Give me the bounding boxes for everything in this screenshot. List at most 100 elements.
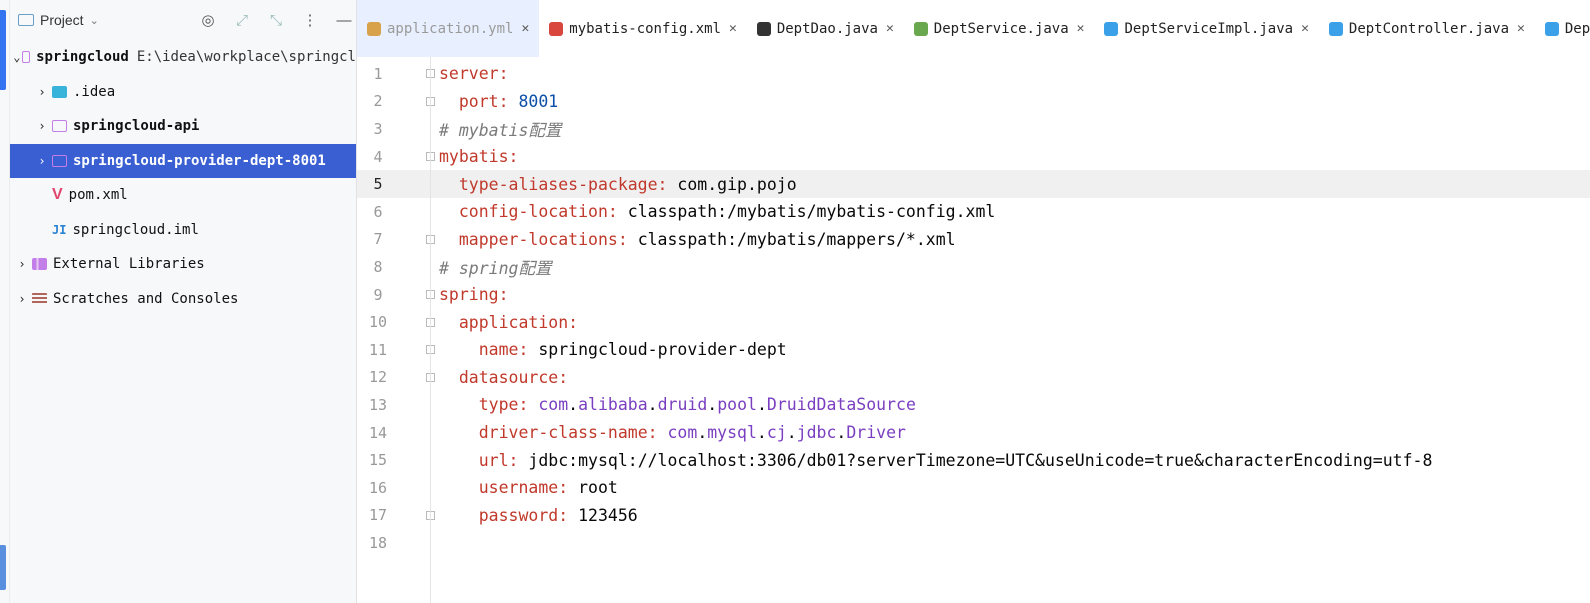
editor-tab[interactable]: DeptController.java ✕ xyxy=(1319,0,1535,57)
tree-item-label: springcloud xyxy=(36,49,129,66)
code-line[interactable]: 6 config-location: classpath:/mybatis/my… xyxy=(357,198,1590,226)
code-token: . xyxy=(707,395,718,415)
project-panel-header: Project ⌄ ◎ ⤢ ⤡ ⋮ — xyxy=(10,0,356,40)
chevron-right-icon[interactable]: › xyxy=(32,119,52,133)
locate-target-icon[interactable]: ◎ xyxy=(196,8,220,32)
code-line[interactable]: 11 name: springcloud-provider-dept xyxy=(357,336,1590,364)
tree-item[interactable]: › .idea xyxy=(10,75,356,110)
close-icon[interactable]: ✕ xyxy=(886,21,894,36)
code-token: application: xyxy=(458,312,579,332)
code-line[interactable]: 10 application: xyxy=(357,308,1590,336)
tree-item[interactable]: ⌄ springcloud E:\idea\workplace\springcl xyxy=(10,40,356,75)
collapse-all-icon[interactable]: ⤡ xyxy=(264,8,288,32)
interface-icon xyxy=(913,21,928,36)
close-icon[interactable]: ✕ xyxy=(521,21,529,36)
editor-tab[interactable]: mybatis-config.xml ✕ xyxy=(539,0,747,57)
options-menu-icon[interactable]: ⋮ xyxy=(298,8,322,32)
tree-item-label: Scratches and Consoles xyxy=(53,290,239,307)
tree-item[interactable]: › springcloud-api xyxy=(10,109,356,144)
code-token: springcloud-provider-dept xyxy=(538,340,787,360)
code-token: com xyxy=(538,395,569,415)
code-line[interactable]: 12 datasource: xyxy=(357,364,1590,392)
code-line[interactable]: 13 type: com.alibaba.druid.pool.DruidDat… xyxy=(357,391,1590,419)
code-token: datasource: xyxy=(458,367,569,387)
editor-tab[interactable]: DeptService.java ✕ xyxy=(904,0,1095,57)
code-token: . xyxy=(756,395,767,415)
editor-tab[interactable]: Dept xyxy=(1535,0,1590,57)
tree-item[interactable]: › springcloud-provider-dept-8001 xyxy=(10,143,356,178)
code-text: application: xyxy=(439,313,578,332)
library-icon xyxy=(32,258,47,271)
tree-item-label: springcloud-api xyxy=(73,118,200,135)
expand-all-icon[interactable]: ⤢ xyxy=(230,8,254,32)
chevron-right-icon[interactable]: › xyxy=(12,292,32,306)
xml-icon xyxy=(549,21,564,36)
code-editor[interactable]: 1 server: 2 port: 8001 3 # mybatis配置 4 mybatis… xyxy=(357,57,1590,603)
code-line[interactable]: 16 username: root xyxy=(357,474,1590,502)
code-token: jdbc:mysql://localhost:3306/db01?serverT… xyxy=(528,450,1433,470)
chevron-down-icon[interactable]: ⌄ xyxy=(12,50,22,64)
code-token: cj xyxy=(766,423,787,443)
tree-item[interactable]: JI springcloud.iml xyxy=(10,213,356,248)
line-number: 6 xyxy=(373,202,383,221)
code-line[interactable]: 18 xyxy=(357,529,1590,557)
chevron-right-icon[interactable]: › xyxy=(12,257,32,271)
tab-label: DeptService.java xyxy=(933,20,1069,37)
project-view-selector[interactable]: Project xyxy=(40,12,84,28)
code-line[interactable]: 17 password: 123456 xyxy=(357,502,1590,530)
code-token: classpath:/mybatis/mappers/*.xml xyxy=(637,229,956,249)
code-token: # mybatis配置 xyxy=(439,120,562,140)
editor-tab-bar: application.yml ✕ mybatis-config.xml ✕ DeptD… xyxy=(357,0,1590,58)
line-number: 5 xyxy=(373,175,383,194)
code-line[interactable]: 15 url: jdbc:mysql://localhost:3306/db01… xyxy=(357,446,1590,474)
code-token: com.gip.pojo xyxy=(677,174,797,194)
code-token: url: xyxy=(478,450,529,470)
tree-item[interactable]: › Scratches and Consoles xyxy=(10,282,356,317)
code-line[interactable]: 5 type-aliases-package: com.gip.pojo xyxy=(357,170,1590,198)
tree-item[interactable]: Vpom.xml xyxy=(10,178,356,213)
code-text: port: 8001 xyxy=(439,92,558,111)
class-icon xyxy=(1544,21,1559,36)
editor-tab[interactable]: DeptServiceImpl.java ✕ xyxy=(1094,0,1318,57)
code-line[interactable]: 7 mapper-locations: classpath:/mybatis/m… xyxy=(357,226,1590,254)
bottom-tool-window-button[interactable] xyxy=(0,545,6,590)
module-folder-icon xyxy=(52,120,67,133)
code-line[interactable]: 4 mybatis: xyxy=(357,143,1590,171)
code-token: mybatis: xyxy=(439,147,519,167)
project-tool-window-button[interactable] xyxy=(0,10,6,90)
code-token: DruidDataSource xyxy=(766,395,916,415)
tree-item[interactable]: › External Libraries xyxy=(10,247,356,282)
line-number: 15 xyxy=(368,451,388,470)
close-icon[interactable]: ✕ xyxy=(1077,21,1085,36)
code-token: # spring配置 xyxy=(439,258,552,278)
code-line[interactable]: 9 spring: xyxy=(357,281,1590,309)
code-token: username: xyxy=(478,478,579,498)
folder-icon xyxy=(21,51,31,64)
close-icon[interactable]: ✕ xyxy=(1301,21,1309,36)
line-number: 12 xyxy=(368,368,388,387)
code-line[interactable]: 2 port: 8001 xyxy=(357,88,1590,116)
editor-tab[interactable]: application.yml ✕ xyxy=(357,0,540,57)
code-text: server: xyxy=(439,64,509,83)
code-token: classpath:/mybatis/mybatis-config.xml xyxy=(627,202,996,222)
chevron-right-icon[interactable]: › xyxy=(32,154,52,168)
tool-window-strip xyxy=(0,0,10,603)
close-icon[interactable]: ✕ xyxy=(729,21,737,36)
line-number: 4 xyxy=(373,147,383,166)
mybatis-icon xyxy=(756,21,771,36)
tab-label: DeptController.java xyxy=(1348,20,1510,37)
code-line[interactable]: 1 server: xyxy=(357,60,1590,88)
line-number: 2 xyxy=(373,92,383,111)
tab-label: application.yml xyxy=(387,20,514,37)
hide-panel-icon[interactable]: — xyxy=(332,8,356,32)
editor-tab[interactable]: DeptDao.java ✕ xyxy=(747,0,904,57)
chevron-right-icon[interactable]: › xyxy=(32,85,52,99)
close-icon[interactable]: ✕ xyxy=(1517,21,1525,36)
chevron-down-icon[interactable]: ⌄ xyxy=(90,14,99,27)
code-line[interactable]: 3 # mybatis配置 xyxy=(357,115,1590,143)
code-line[interactable]: 14 driver-class-name: com.mysql.cj.jdbc.… xyxy=(357,419,1590,447)
project-panel: Project ⌄ ◎ ⤢ ⤡ ⋮ — ⌄ springcloud E:\idea\… xyxy=(10,0,357,603)
code-line[interactable]: 8 # spring配置 xyxy=(357,253,1590,281)
